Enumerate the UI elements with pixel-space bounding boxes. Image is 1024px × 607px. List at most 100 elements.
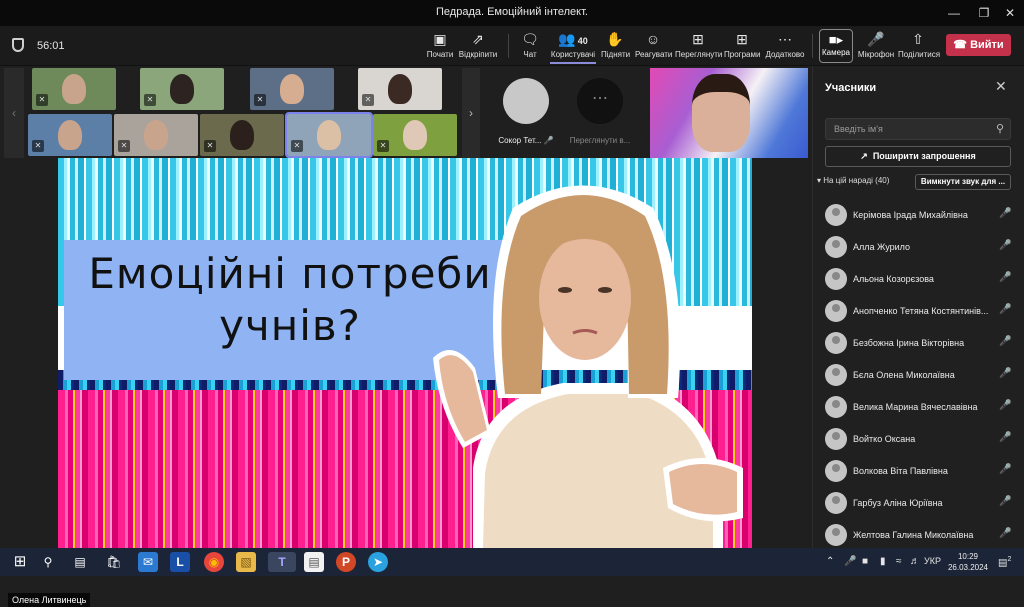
mic-off-icon: 🎤 [999, 400, 1012, 411]
language-indicator[interactable]: УКР [924, 556, 941, 566]
battery-icon[interactable]: ▮ [880, 556, 886, 567]
participant-row[interactable]: Гарбуз Аліна Юріївна 🎤 [813, 488, 1024, 520]
participant-video [317, 120, 341, 150]
mic-off-icon: ✕ [291, 140, 303, 152]
avatar [825, 332, 847, 354]
mute-all-button[interactable]: Вимкнути звук для ... [915, 174, 1011, 190]
camera-icon[interactable]: ■ [862, 556, 868, 567]
gallery-prev-button[interactable]: ‹ [4, 68, 24, 158]
react-button[interactable]: ☺ Реагувати [635, 30, 672, 64]
app-l-icon[interactable]: L [170, 552, 190, 572]
participant-row[interactable]: Велика Марина Вячеславівна 🎤 [813, 392, 1024, 424]
presenter-image [433, 185, 743, 548]
mic-off-icon: 🎤 [867, 31, 885, 47]
more-icon: ⋯ [577, 78, 623, 124]
participant-row[interactable]: Керімова Ірада Михайлівна 🎤 [813, 200, 1024, 232]
participant-video [692, 74, 750, 152]
file-explorer-icon[interactable]: ▧ [236, 552, 256, 572]
close-icon[interactable]: ✕ [1000, 4, 1020, 22]
task-view-icon[interactable]: ▤ [70, 552, 90, 572]
participant-list: Керімова Ірада Михайлівна 🎤 Алла Журило 🎤 … [813, 200, 1024, 552]
mic-icon[interactable]: 🎤 [844, 556, 856, 567]
video-thumbnail[interactable]: ✕ [285, 112, 373, 158]
video-thumbnail[interactable]: ✕ [358, 68, 442, 110]
chrome-icon[interactable]: ◉ [204, 552, 224, 572]
mic-button[interactable]: 🎤 Мікрофон [856, 30, 896, 64]
mic-off-icon: ✕ [36, 94, 48, 106]
window-titlebar: Педрада. Емоційний інтелект. — ❐ ✕ [0, 0, 1024, 26]
chevron-down-icon: ▾ [817, 176, 822, 185]
video-thumbnail[interactable]: ✕ [140, 68, 224, 110]
search-input[interactable] [826, 119, 976, 139]
share-invite-button[interactable]: ↗ Поширити запрошення [825, 146, 1011, 167]
view-more-tile[interactable]: ⋯ Переглянути в... [562, 70, 638, 156]
leave-button[interactable]: ☎ Вийти [946, 34, 1011, 56]
participant-row[interactable]: Войтко Оксана 🎤 [813, 424, 1024, 456]
video-thumbnail[interactable]: ✕ [373, 114, 457, 156]
teams-icon[interactable]: T [268, 552, 296, 572]
minimize-icon[interactable]: — [944, 4, 964, 22]
participant-row[interactable]: Бєла Олена Миколаївна 🎤 [813, 360, 1024, 392]
close-icon[interactable]: ✕ [995, 78, 1007, 95]
participant-tile[interactable]: Сокор Тет... 🎤 [488, 70, 564, 156]
share-icon: ↗ [860, 151, 868, 161]
view-button[interactable]: ⊞ Переглянути [675, 30, 722, 64]
gallery-next-button[interactable]: › [462, 68, 480, 158]
window-title: Педрада. Емоційний інтелект. [436, 6, 588, 18]
participant-row[interactable]: Волкова Віта Павлівна 🎤 [813, 456, 1024, 488]
video-thumbnail[interactable]: ✕ [28, 114, 112, 156]
volume-icon[interactable]: ♬ [910, 556, 920, 567]
speaker-video[interactable] [650, 68, 808, 158]
apps-icon: ⊞ [736, 31, 748, 47]
video-thumbnail[interactable]: ✕ [114, 114, 198, 156]
windows-start-icon[interactable]: ⊞ [10, 552, 30, 572]
meeting-toolbar: 56:01 ▣ Почати ⇗ Відкріпити 🗨 Чат 👥 40 Ко… [0, 26, 1024, 66]
more-button[interactable]: ⋯ Додатково [764, 30, 806, 64]
section-header[interactable]: ▾ На цій нараді (40) [817, 176, 889, 185]
mic-off-icon: 🎤 [999, 464, 1012, 475]
mic-off-icon: 🎤 [999, 432, 1012, 443]
clock[interactable]: 10:29 26.03.2024 [946, 551, 990, 573]
chat-button[interactable]: 🗨 Чат [518, 30, 542, 64]
mic-on-icon: 🎤 [999, 304, 1012, 315]
toolbar-divider [508, 34, 509, 58]
participants-panel: Учасники ✕ ⚲ ↗Поширити запрошення ▾ На ц… [812, 66, 1024, 548]
participant-row[interactable]: Безбожна Ірина Вікторівна 🎤 [813, 328, 1024, 360]
video-thumbnail[interactable]: ✕ [250, 68, 334, 110]
share-button[interactable]: ⇧ Поділитися [898, 30, 940, 64]
avatar [825, 524, 847, 546]
video-thumbnail[interactable]: ✕ [200, 114, 284, 156]
participant-row[interactable]: Альона Козорєзова 🎤 [813, 264, 1024, 296]
apps-button[interactable]: ⊞ Програми [724, 30, 760, 64]
camera-icon: ■▸ [828, 32, 844, 47]
chevron-up-icon[interactable]: ⌃ [826, 556, 834, 567]
share-tray-icon: ⇧ [912, 31, 924, 47]
mic-off-icon: 🎤 [999, 272, 1012, 283]
store-icon[interactable]: 🛍 [104, 552, 124, 572]
presenter-name-label: Олена Литвинець [8, 593, 91, 607]
mic-off-icon: ✕ [362, 94, 374, 106]
mail-icon[interactable]: ✉ [138, 552, 158, 572]
unpin-icon: ⇗ [472, 31, 484, 47]
search-icon[interactable]: ⚲ [996, 122, 1004, 135]
participant-row[interactable]: Анопченко Тетяна Костянтинів... 🎤 [813, 296, 1024, 328]
participant-row[interactable]: Алла Журило 🎤 [813, 232, 1024, 264]
camera-button[interactable]: ■▸ Камера [819, 29, 853, 63]
document-icon[interactable]: ▤ [304, 552, 324, 572]
share-screen-button[interactable]: ▣ Почати [424, 30, 456, 64]
maximize-icon[interactable]: ❐ [974, 4, 994, 22]
raise-hand-button[interactable]: ✋ Підняти [601, 30, 630, 64]
shared-content-slide: Емоційні потреби учнів? [58, 158, 752, 548]
avatar [825, 396, 847, 418]
unpin-button[interactable]: ⇗ Відкріпити [458, 30, 498, 64]
wifi-icon[interactable]: ≈ [896, 556, 902, 567]
notification-icon[interactable]: ▤2 [998, 556, 1011, 568]
people-button[interactable]: 👥 40 Користувачі [550, 30, 596, 64]
telegram-icon[interactable]: ➤ [368, 552, 388, 572]
search-icon[interactable]: ⚲ [38, 552, 58, 572]
powerpoint-icon[interactable]: P [336, 552, 356, 572]
video-thumbnail[interactable]: ✕ [32, 68, 116, 110]
search-box: ⚲ [825, 118, 1011, 140]
avatar [825, 204, 847, 226]
mic-off-icon: 🎤 [543, 136, 554, 145]
